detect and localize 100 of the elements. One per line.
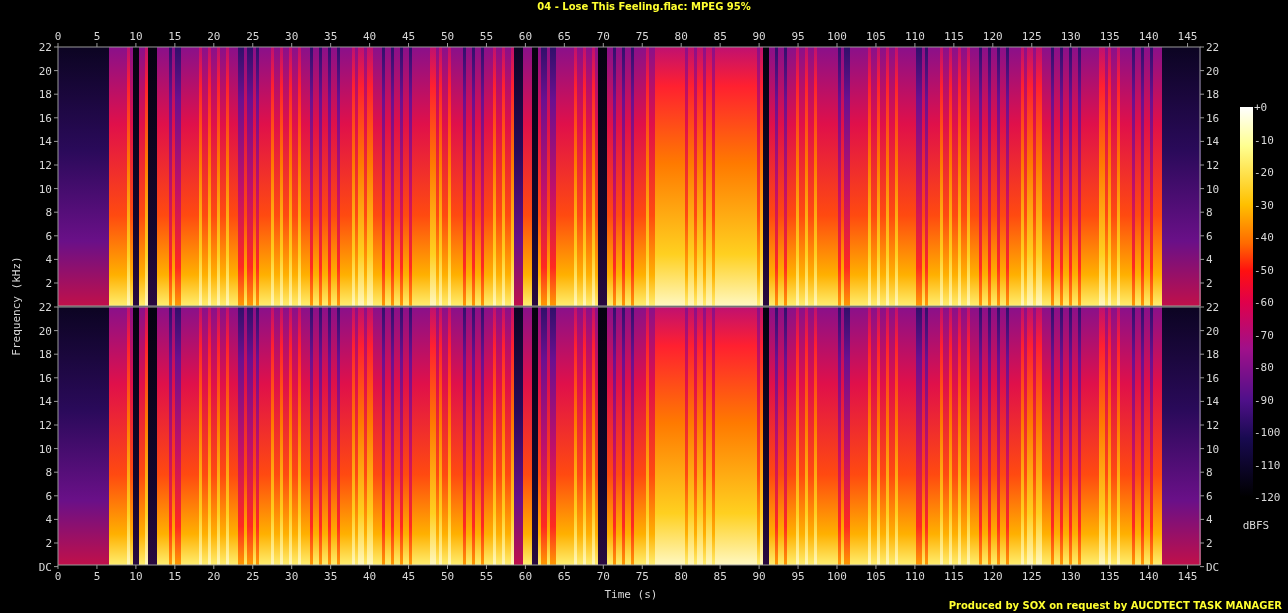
axis-tick-label: 35 [324,30,338,43]
axis-tick-label: 75 [635,570,649,583]
color-scale-label: -30 [1254,198,1274,212]
axis-tick-label: 90 [752,30,766,43]
color-scale-label: -20 [1254,166,1274,179]
color-scale-unit: dBFS [1242,519,1270,532]
axis-tick-label: 12 [1206,159,1220,172]
color-scale-label: -70 [1254,328,1274,342]
color-scale-label: -80 [1254,361,1274,374]
axis-tick-label: 10 [129,570,143,583]
axis-tick-label: 140 [1138,570,1159,583]
axis-tick-label: 16 [1206,111,1220,125]
axis-tick-label: 120 [982,30,1003,43]
axis-tick-label: 22 [38,41,52,54]
axis-tick-label: 30 [285,30,299,43]
axis-tick-label: 18 [1206,88,1220,102]
axis-tick-label: 95 [791,30,805,43]
axis-title: Time (s) [604,588,658,601]
axis-tick-label: 10 [129,30,143,43]
axis-tick-label: 75 [635,30,649,43]
axis-tick-label: 135 [1099,30,1120,43]
axis-tick-label: 18 [1206,348,1220,362]
axis-tick-label: 25 [246,570,260,583]
axis-tick-label: 10 [38,182,52,196]
axis-tick-label: 70 [596,30,610,43]
axis-tick-label: 14 [38,395,52,409]
axis-tick-label: 50 [440,570,455,583]
axis-tick-label: 55 [479,30,494,43]
axis-tick-label: 20 [207,570,221,583]
axis-tick-label: 85 [713,30,727,43]
axis-tick-label: 110 [904,570,925,583]
axis-tick-label: 105 [866,570,886,583]
axis-tick-label: 80 [674,570,688,583]
axis-tick-label: 60 [518,570,533,583]
axis-tick-label: 105 [866,30,886,43]
axis-tick-label: 40 [363,570,377,583]
axis-tick-label: 10 [38,442,52,456]
axis-tick-label: 115 [943,570,964,583]
axis-tick-label: 10 [1206,442,1220,456]
axis-tick-label: 12 [38,159,52,172]
axis-tick-label: 25 [246,30,260,43]
axis-tick-label: 55 [479,570,494,583]
axis-tick-label: 14 [1206,395,1220,409]
axis-tick-label: 0 [54,570,62,583]
axis-tick-label: 20 [38,324,52,338]
axis-tick-label: 2 [45,537,52,550]
axis-tick-label: 16 [38,371,52,385]
axis-tick-label: 20 [207,30,221,43]
axis-tick-label: 135 [1099,570,1120,583]
axis-tick-label: 6 [45,489,52,503]
axis-tick-label: 14 [38,135,52,149]
color-scale-label: -110 [1254,458,1281,472]
axis-tick-label: 65 [557,570,571,583]
axis-tick-label: 45 [401,570,416,583]
axis-tick-label: 95 [791,570,805,583]
axis-tick-label: 100 [827,30,847,43]
axis-tick-label: 130 [1060,570,1081,583]
axis-tick-label: 6 [1206,229,1213,243]
axis-tick-label: 22 [1206,301,1220,314]
axis-tick-label: 8 [45,466,52,480]
axis-tick-label: 20 [38,64,52,78]
axis-tick-label: 2 [1206,277,1213,290]
axis-tick-label: 8 [1206,206,1213,220]
axis-tick-label: 22 [1206,41,1220,54]
axis-tick-label: 16 [1206,371,1220,385]
axis-tick-label: 16 [38,111,52,125]
axis-tick-label: 15 [168,570,182,583]
axis-tick-label: 6 [1206,489,1213,503]
axis-tick-label: 18 [38,348,52,362]
color-scale-label: -60 [1254,296,1274,309]
axis-tick-label: 22 [38,301,52,314]
axis-tick-label: 8 [1206,466,1213,480]
axis-tick-label: DC [1206,560,1220,574]
axis-tick-label: 5 [93,30,101,43]
axis-tick-label: 60 [518,30,533,43]
axis-tick-label: 115 [943,30,964,43]
axis-tick-label: DC [38,560,52,574]
axis-tick-label: 0 [54,30,62,43]
color-scale-label: +0 [1254,101,1268,114]
axis-tick-label: 65 [557,30,571,43]
axis-tick-label: 45 [401,30,416,43]
axis-tick-label: 4 [1206,253,1213,267]
axis-tick-label: 110 [904,30,925,43]
axis-tick-label: 12 [1206,419,1220,432]
axis-tick-label: 15 [168,30,182,43]
axis-tick-label: 145 [1177,570,1198,583]
color-scale-label: -50 [1254,263,1274,277]
axis-tick-label: 125 [1021,30,1042,43]
axis-tick-label: 100 [827,570,847,583]
footer-credit: Produced by SOX on request by AUCDTECT TASK MANAGER [948,600,1282,611]
axis-tick-label: 8 [45,206,52,220]
color-scale-label: -10 [1254,133,1274,147]
axis-title: Frequency (kHz) [10,256,23,356]
axis-tick-label: 10 [1206,182,1220,196]
color-scale-label: -90 [1254,393,1274,407]
axis-tick-label: 90 [752,570,766,583]
axis-tick-label: 85 [713,570,727,583]
axis-tick-label: 30 [285,570,299,583]
axis-tick-label: 5 [93,570,101,583]
axis-tick-label: 12 [38,419,52,432]
